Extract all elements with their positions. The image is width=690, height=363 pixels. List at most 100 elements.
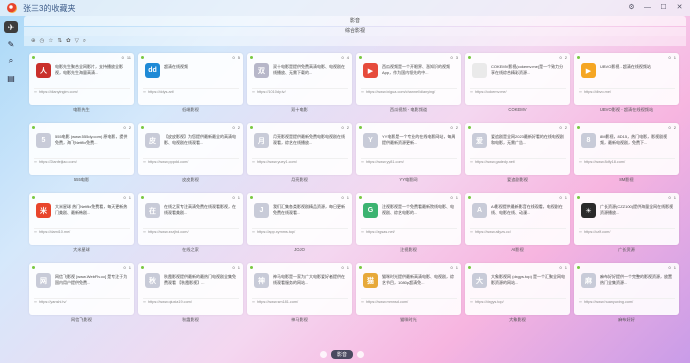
bookmark-grid: 011人电影先生聚合全网影片，支持播放全影视，电影先生海量高清...https:… <box>29 53 679 324</box>
bookmark-card[interactable]: 05 dd 超清在线视频 https://ddys.art/ <box>138 53 243 105</box>
like-count[interactable]: 0 <box>451 195 453 200</box>
bookmark-card[interactable]: 02 8 8M影视，8D15，热门电影，影视剧视频，最新电视剧，免费下... http… <box>574 123 679 175</box>
like-count[interactable]: 0 <box>451 265 453 270</box>
maximize-icon[interactable]: ☐ <box>659 3 668 12</box>
card-url[interactable]: https://dbvo.me/ <box>579 88 675 95</box>
minimize-icon[interactable]: — <box>643 3 652 12</box>
sidebar-book-icon[interactable]: ▤ <box>4 72 18 84</box>
settings-icon[interactable]: ⚙ <box>627 3 636 12</box>
bookmark-card[interactable]: 01 神神马电影是一家为广大电影爱好者提供在线观看服务的网站... https://… <box>247 263 352 315</box>
card-url[interactable]: https://ddys.art/ <box>143 88 239 95</box>
like-count[interactable]: 0 <box>669 55 671 60</box>
like-count[interactable]: 0 <box>122 55 124 60</box>
card-url[interactable]: https://dxgys.top/ <box>470 298 566 305</box>
bookmark-card[interactable]: 01 ☀ 广长资源(CZZ100)提供海量全网在线影视资源播放... https://… <box>574 193 679 245</box>
like-count[interactable]: 0 <box>342 125 344 130</box>
like-count[interactable]: 0 <box>233 195 235 200</box>
bookmark-card[interactable]: 01 在在线之家专注高清免费在线观看影视，在线观看美剧... https://www… <box>138 193 243 245</box>
bookmark-card[interactable]: 01 A AI影视提供最新影音在线观看，电视剧在线、电影在线、动漫... https:… <box>465 193 570 245</box>
add-icon[interactable]: ⊕ <box>31 38 36 44</box>
like-count[interactable]: 0 <box>342 55 344 60</box>
like-count[interactable]: 0 <box>124 265 126 270</box>
bookmark-card[interactable]: 011 人电影先生聚合全网影片，支持播放全影视，电影先生海量高清... https:… <box>29 53 134 105</box>
card-url[interactable]: https://www.sm181.com/ <box>252 298 348 305</box>
page-dot[interactable] <box>357 351 365 358</box>
sidebar-edit-icon[interactable]: ✎ <box>4 38 18 50</box>
bookmark-card[interactable]: 01 G 注视影视是一个免费看最新院线电影、电视剧、综艺电影的... https://… <box>356 193 461 245</box>
like-count[interactable]: 0 <box>451 125 453 130</box>
toolbar: ⊕ ◷ ☆ ⇅ ✿ ▽ ⌕ <box>24 36 686 46</box>
search-icon[interactable]: ⌕ <box>83 38 86 45</box>
star-icon[interactable]: ☆ <box>48 38 53 44</box>
like-count[interactable]: 0 <box>124 125 126 130</box>
bookmark-card[interactable]: 01 秋秋霞影视提供最新的最热门电视剧全集免费观看 【秋霞影视】... https:… <box>138 263 243 315</box>
visit-count: 2 <box>673 125 676 130</box>
sort-icon[interactable]: ⇅ <box>57 38 62 44</box>
bookmark-card[interactable]: 04 双双十电影是提供免费高清电影、电视剧在线播放、无需下载的... https:/… <box>247 53 352 105</box>
filter-icon[interactable]: ▽ <box>75 38 79 44</box>
card-url[interactable]: https://czlf.com/ <box>579 228 675 235</box>
card-url[interactable]: https://cokemv.me/ <box>470 88 566 95</box>
card-url[interactable]: https://www.yy81.com/ <box>361 158 457 165</box>
like-count[interactable]: 0 <box>233 55 235 60</box>
tab-category[interactable]: 影音 <box>24 16 686 26</box>
like-count[interactable]: 0 <box>451 55 453 60</box>
theme-icon[interactable]: ✿ <box>66 38 71 44</box>
card-url[interactable]: https://www.gadedy.net/ <box>470 158 566 165</box>
card-url[interactable]: https://www.yuey1.com/ <box>252 158 348 165</box>
tab-subcategory[interactable]: 综合影视 <box>24 27 686 36</box>
like-count[interactable]: 0 <box>669 195 671 200</box>
like-count[interactable]: 0 <box>669 125 671 130</box>
bookmark-card[interactable]: 01 ▶ UBVO影视 - 超清在线视频站 https://dbvo.me/ <box>574 53 679 105</box>
like-count[interactable]: 0 <box>233 125 235 130</box>
card-title: 神马影视 <box>291 317 308 322</box>
card-url[interactable]: https://www.ailyzs.cc/ <box>470 228 566 235</box>
card-url[interactable]: https://www.pppdd.com/ <box>143 158 239 165</box>
like-count[interactable]: 0 <box>342 265 344 270</box>
bookmark-card[interactable]: 01 麻麻布好好提供一个完整的影视资源，放置热门全集资源... https://ww… <box>574 263 679 315</box>
card-description: 月亮影视是提供最新免费电影电视剧在线观看，综艺在线播放... <box>273 134 345 145</box>
like-count[interactable]: 0 <box>560 195 562 200</box>
like-count[interactable]: 0 <box>233 265 235 270</box>
card-url[interactable]: https://www.8dfy18.com/ <box>579 158 675 165</box>
card-url[interactable]: https://www.zxzjhd.com/ <box>143 228 239 235</box>
bookmark-card[interactable]: 02 Y YY电影是一个专业的在线电影网站，每周提供最新资源更新... https:/… <box>356 123 461 175</box>
bookmark-card[interactable]: 02 爱爱追剧是全网2023最新好看的在线电视剧和电影，无需广告... https:… <box>465 123 570 175</box>
bookmark-card[interactable]: 0 1 网网信飞影视 [www.WebFlv.cc] 是专注于为国内用户提供免费..… <box>29 263 134 315</box>
history-icon[interactable]: ◷ <box>40 38 45 44</box>
card-url[interactable]: https://www.qiuxia19.com/ <box>143 298 239 305</box>
close-icon[interactable]: ✕ <box>675 3 684 12</box>
card-url[interactable]: https://dami10.me/ <box>34 228 130 235</box>
card-url[interactable]: https://www.mmnsd.com/ <box>361 298 457 305</box>
card-description: YY电影是一个专业的在线电影网站，每周提供最新资源更新... <box>382 134 456 145</box>
page-dot[interactable] <box>320 351 327 358</box>
sidebar-search-icon[interactable]: ⌕ <box>4 55 18 67</box>
card-url[interactable]: https://app.xymms.top/ <box>252 228 348 235</box>
like-count[interactable]: 0 <box>124 195 126 200</box>
bookmark-card[interactable]: 02 月月亮影视是提供最新免费电影电视剧在线观看，综艺在线播放... https:/… <box>247 123 352 175</box>
like-count[interactable]: 0 <box>560 125 562 130</box>
card-url[interactable]: https://www.huanyuxing.com/ <box>579 298 675 305</box>
bookmark-item: 01 A AI影视提供最新影音在线观看，电视剧在线、电影在线、动漫... https:… <box>465 193 570 254</box>
card-url[interactable]: https://yanshi.tv/ <box>34 298 130 305</box>
like-count[interactable]: 0 <box>342 195 344 200</box>
like-count[interactable]: 0 <box>560 265 562 270</box>
card-url[interactable]: https://1010dy.tv/ <box>252 88 348 95</box>
like-count[interactable]: 0 <box>669 265 671 270</box>
card-url[interactable]: https://2ianfeijiao.com/ <box>34 158 130 165</box>
card-url[interactable]: https://zgsas.net/ <box>361 228 457 235</box>
bookmark-card[interactable]: 01 J 我们汇集各类影视剧精品资源，每日更新免费在线观看... https://ap… <box>247 193 352 245</box>
bookmark-card[interactable]: 0 2 5 555电影 (www.555dy.com) 原电影，提供免费，海飞Netf… <box>29 123 134 175</box>
like-count[interactable]: 0 <box>560 55 562 60</box>
visit-count: 5 <box>237 55 240 60</box>
bookmark-card[interactable]: 01 大大象影视网 (dxgys.top) 是一个汇聚全网电影资源的网站... ht… <box>465 263 570 315</box>
sidebar-home-icon[interactable]: ✈ <box>4 21 18 33</box>
card-url[interactable]: https://www.ixigua.com/channel/dianying/ <box>361 88 457 95</box>
bookmark-card[interactable]: 02 皮【皮皮影视】为您提供最新最全的高清电影、电视剧在线观看... https:/… <box>138 123 243 175</box>
tab-active[interactable]: 影音 <box>331 350 354 359</box>
bookmark-card[interactable]: 03 ▶ 西瓜视频是一个开眼界、涨知识的视频 App，作为国内领先的中... http… <box>356 53 461 105</box>
bookmark-card[interactable]: 01 米大米星球 热门Netflix免费看，每天更新热门美剧、最新韩剧... htt… <box>29 193 134 245</box>
bookmark-card[interactable]: 01 猫猫咪时光提供最新高清电影、电视剧，综艺节目，1080p超清免... http… <box>356 263 461 315</box>
bookmark-card[interactable]: 02 COKEMV影视(cokemv.me)是一个致力分享在线综合精彩资源...… <box>465 53 570 105</box>
card-url[interactable]: https://dianyingim.com/ <box>34 88 130 95</box>
